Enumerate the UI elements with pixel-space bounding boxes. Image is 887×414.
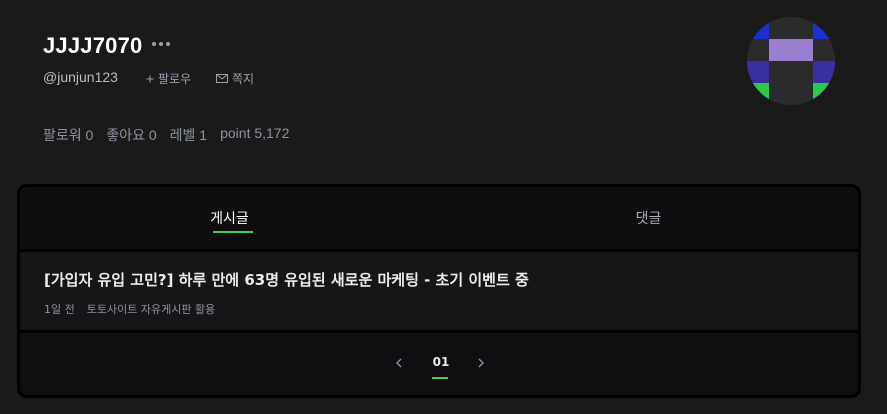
active-tab-indicator <box>213 231 253 233</box>
likes-count: 좋아요 0 <box>106 127 157 143</box>
post-time: 1일 전 <box>44 303 75 316</box>
tab-bar: 게시글 댓글 <box>20 187 858 249</box>
envelope-icon <box>216 72 228 86</box>
chevron-left-icon[interactable] <box>393 355 405 371</box>
chevron-right-icon[interactable] <box>475 355 487 371</box>
avatar <box>747 17 835 105</box>
content-card: 게시글 댓글 [가입자 유입 고민?] 하루 만에 63명 유입된 새로운 마케… <box>17 184 861 398</box>
profile-stats: 팔로워 0 좋아요 0 레벨 1 point 5,172 <box>43 125 289 145</box>
more-options-icon[interactable] <box>152 42 172 48</box>
followers-count: 팔로워 0 <box>43 127 94 143</box>
list-item[interactable]: [가입자 유입 고민?] 하루 만에 63명 유입된 새로운 마케팅 - 초기 … <box>20 252 858 330</box>
current-page-indicator <box>432 377 448 379</box>
tab-comments[interactable]: 댓글 <box>439 187 858 249</box>
pagination: 01 <box>20 333 858 395</box>
level: 레벨 1 <box>169 127 208 143</box>
user-handle: @junjun123 <box>43 69 118 85</box>
tab-posts[interactable]: 게시글 <box>20 187 439 249</box>
page-number[interactable]: 01 <box>426 355 456 369</box>
post-meta: 1일 전 토토사이트 자유게시판 활용 <box>44 301 215 317</box>
post-board: 토토사이트 자유게시판 활용 <box>86 303 216 316</box>
follow-label: 팔로우 <box>158 72 192 86</box>
username: JJJJ7070 <box>43 33 143 58</box>
points: point 5,172 <box>220 125 290 141</box>
plus-icon <box>146 72 154 86</box>
message-label: 쪽지 <box>232 72 255 86</box>
follow-button[interactable]: 팔로우 <box>146 70 191 87</box>
profile-header: JJJJ7070 @junjun123 팔로우 쪽지 팔로워 0 좋아요 0 레… <box>0 0 887 180</box>
message-button[interactable]: 쪽지 <box>216 70 254 87</box>
post-title[interactable]: [가입자 유입 고민?] 하루 만에 63명 유입된 새로운 마케팅 - 초기 … <box>44 269 529 290</box>
